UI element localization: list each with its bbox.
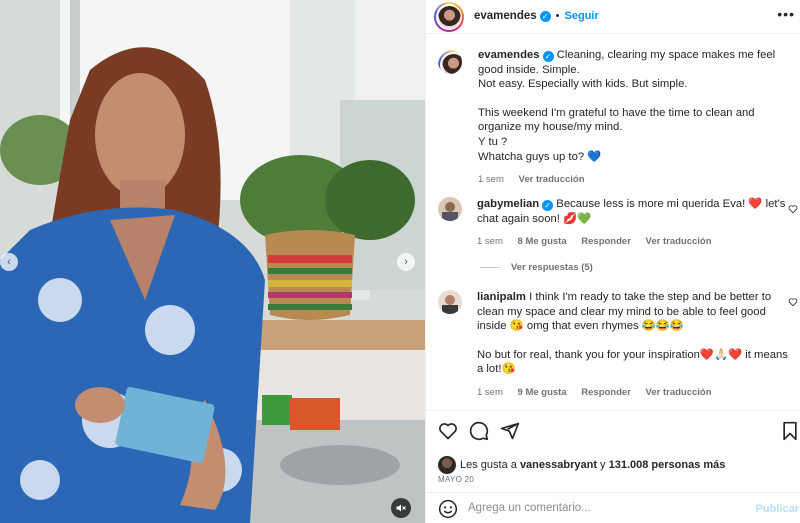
verified-icon: ✓ bbox=[539, 10, 551, 22]
likes-prefix: Les gusta a bbox=[460, 459, 517, 471]
post-date[interactable]: MAYO 20 bbox=[438, 475, 474, 484]
author-avatar-small[interactable] bbox=[438, 50, 462, 74]
likes-count[interactable]: 131.008 personas más bbox=[609, 459, 726, 471]
comments-list[interactable]: evamendes ✓ Cleaning, clearing my space m… bbox=[426, 35, 800, 410]
comment-icon[interactable] bbox=[469, 421, 489, 441]
commenter-avatar[interactable] bbox=[438, 197, 462, 221]
caption-time[interactable]: 1 sem bbox=[478, 174, 504, 185]
separator-dot: • bbox=[555, 10, 560, 22]
header-user-row: evamendes ✓ • Seguir bbox=[474, 10, 599, 22]
view-replies-label: Ver respuestas (5) bbox=[511, 262, 593, 273]
caption-text: evamendes ✓ Cleaning, clearing my space m… bbox=[478, 48, 793, 188]
comment-time[interactable]: 1 sem bbox=[477, 236, 503, 247]
author-avatar[interactable] bbox=[434, 2, 464, 32]
post-video-frame bbox=[0, 0, 425, 523]
share-icon[interactable] bbox=[500, 421, 520, 441]
translate-button[interactable]: Ver traducción bbox=[646, 387, 712, 398]
chevron-left-icon[interactable]: ‹ bbox=[0, 253, 18, 271]
comment-username[interactable]: gabymelian bbox=[477, 198, 539, 210]
like-comment-heart-icon[interactable] bbox=[788, 204, 798, 214]
comment-meta: 1 sem 9 Me gusta Responder Ver traducció… bbox=[477, 386, 792, 401]
post-media[interactable]: ‹ › bbox=[0, 0, 425, 523]
more-icon[interactable]: ••• bbox=[777, 6, 795, 22]
comment-username[interactable]: lianipalm bbox=[477, 291, 526, 303]
comment-time[interactable]: 1 sem bbox=[477, 387, 503, 398]
caption-line: Not easy. Especially with kids. But simp… bbox=[478, 78, 688, 91]
caption-line: Whatcha guys up to? 💙 bbox=[478, 150, 602, 163]
post-header: evamendes ✓ • Seguir ••• bbox=[426, 0, 800, 34]
heart-icon[interactable] bbox=[438, 421, 458, 441]
comment-likes[interactable]: 9 Me gusta bbox=[518, 387, 567, 398]
verified-icon: ✓ bbox=[542, 200, 554, 211]
reply-button[interactable]: Responder bbox=[581, 236, 631, 247]
liker-avatar[interactable] bbox=[438, 456, 456, 474]
comment-text: lianipalm I think I'm ready to take the … bbox=[477, 290, 792, 401]
comment-input[interactable] bbox=[468, 499, 738, 517]
reply-button[interactable]: Responder bbox=[581, 387, 631, 398]
comment-likes[interactable]: 8 Me gusta bbox=[518, 236, 567, 247]
caption-username[interactable]: evamendes bbox=[478, 49, 540, 61]
comment-composer: Publicar bbox=[426, 492, 800, 523]
caption-line: This weekend I'm grateful to have the ti… bbox=[478, 106, 755, 134]
likes-summary[interactable]: Les gusta a vanessabryant y 131.008 pers… bbox=[438, 456, 725, 474]
caption-line: Y tu ? bbox=[478, 135, 508, 148]
commenter-avatar[interactable] bbox=[438, 290, 462, 314]
speaker-muted-icon bbox=[396, 504, 406, 512]
like-comment-heart-icon[interactable] bbox=[788, 297, 798, 307]
mute-icon[interactable] bbox=[391, 498, 411, 518]
verified-icon: ✓ bbox=[542, 51, 554, 62]
bookmark-icon[interactable] bbox=[781, 421, 799, 441]
likes-connector: y bbox=[600, 459, 606, 471]
translate-button[interactable]: Ver traducción bbox=[646, 236, 712, 247]
replies-divider bbox=[480, 267, 500, 268]
post-comment-button[interactable]: Publicar bbox=[756, 503, 799, 515]
follow-button[interactable]: Seguir bbox=[565, 10, 599, 22]
chevron-right-icon[interactable]: › bbox=[397, 253, 415, 271]
post-actions: Les gusta a vanessabryant y 131.008 pers… bbox=[426, 410, 800, 492]
caption-meta: 1 sem Ver traducción bbox=[478, 173, 793, 188]
comment-text: gabymelian ✓ Because less is more mi quer… bbox=[477, 197, 792, 250]
post-sidebar: evamendes ✓ • Seguir ••• evamendes ✓ Clea… bbox=[425, 0, 800, 523]
comment-content: No but for real, thank you for your insp… bbox=[477, 348, 788, 376]
liker-username[interactable]: vanessabryant bbox=[520, 459, 597, 471]
view-replies-button[interactable]: Ver respuestas (5) bbox=[480, 262, 593, 273]
comment-meta: 1 sem 8 Me gusta Responder Ver traducció… bbox=[477, 235, 792, 250]
emoji-icon[interactable] bbox=[438, 499, 458, 519]
author-username[interactable]: evamendes bbox=[474, 10, 537, 22]
translate-button[interactable]: Ver traducción bbox=[519, 174, 585, 185]
